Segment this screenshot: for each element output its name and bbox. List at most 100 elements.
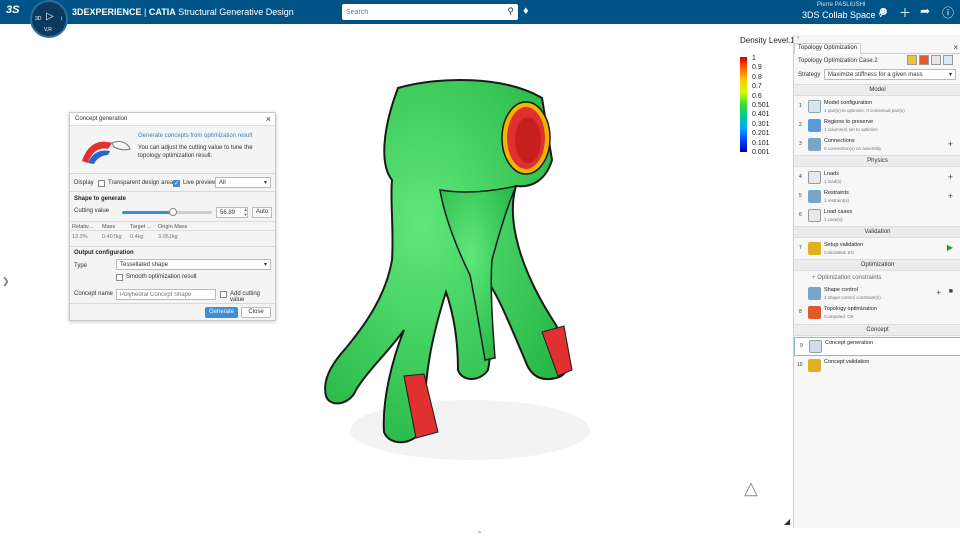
grid-icon[interactable] [931,55,941,65]
add-shape-control-icon[interactable]: + [936,288,941,297]
item-subtitle: 1 volume(s) set to optimize [824,127,878,132]
generate-button[interactable]: Generate [205,307,238,318]
item-model-configuration[interactable]: 1 Model configuration 1 part(s) to optim… [794,98,960,116]
play-icon[interactable]: ▷ [46,11,54,22]
case-run-icon[interactable] [919,55,929,65]
section-optimization: Optimization [794,259,960,271]
tab-topology-optimization[interactable]: Topology Optimization [794,43,862,54]
load-cases-icon [808,209,821,222]
item-number: 3 [799,141,802,147]
chevron-right-icon[interactable]: ❯ [2,276,10,287]
item-subtitle: 1 load(s) [824,179,842,184]
section-physics: Physics [794,155,960,167]
concept-generation-dialog: Concept generation × Generate concepts f… [69,112,276,321]
density-legend-value: 0.001 [752,148,770,156]
item-subtitle: 0 connection(s) on assembly [824,146,882,151]
trash-icon[interactable]: ■ [949,288,953,295]
item-topology-optimization[interactable]: 8 Topology optimization Computed: OK [794,304,960,322]
table-header-cell[interactable]: Target ... [130,224,151,230]
table-header-cell[interactable]: Origin Mass [158,224,187,230]
item-load-cases[interactable]: 6 Load cases 1 case(s) [794,207,960,225]
section-validation: Validation [794,226,960,238]
add-connection-icon[interactable]: + [948,139,953,149]
density-legend-value: 0.6 [752,92,762,100]
display-select[interactable]: All ▾ [215,177,271,188]
concept-illustration [82,140,131,164]
axis-triad-icon[interactable]: △ [744,478,758,499]
compass-widget[interactable]: 3D ▷ i V,R [30,0,68,38]
dialog-header: Concept generation × [70,113,275,126]
item-shape-control[interactable]: Shape control 2 shape control constraint… [794,285,960,303]
spinner-icon[interactable]: ▲ ▼ [242,207,249,218]
cutting-value-text: 56.89 [220,210,236,216]
add-optimization-constraints[interactable]: + Optimization constraints [812,275,881,281]
live-preview-checkbox[interactable]: ✓ [173,180,180,187]
density-legend-labels: 1 0.9 0.8 0.7 0.6 0.501 0.401 0.301 0.201 0.101 0.… [752,54,770,157]
item-subtitle: 1 restraint(s) [824,198,850,203]
output-section-title: Output configuration [74,250,134,256]
item-subtitle: 2 shape control constraint(s) [824,295,881,300]
generate-concepts-link[interactable]: Generate concepts from optimization resu… [138,133,252,139]
item-title: Shape control [824,287,858,293]
strategy-select[interactable]: Maximize stiffness for a given mass ▾ [824,69,956,80]
type-select[interactable]: Tessellated shape ▾ [116,259,271,270]
topology-model-viewport[interactable] [320,70,620,540]
report-icon[interactable] [943,55,953,65]
run-validation-icon[interactable]: ▶ [947,243,953,252]
table-header-cell[interactable]: Relativ... [72,224,93,230]
density-legend-title: Density Level.1 [740,36,795,45]
item-number: 2 [799,122,802,128]
transparent-label: Transparent design area [108,180,174,186]
density-legend-value: 0.9 [752,64,762,72]
item-title: Load cases [824,209,853,215]
tag-icon[interactable]: ♦ [523,5,529,17]
chevron-right-icon[interactable]: › [797,35,799,41]
search-input[interactable] [342,4,492,20]
item-connections[interactable]: 3 Connections 0 connection(s) on assembl… [794,136,960,154]
density-legend-value: 0.401 [752,111,770,119]
section-model: Model [794,84,960,96]
item-subtitle: Computed: OK [824,314,854,319]
item-subtitle: 1 part(s) to optimize, 0 contextual part… [824,108,905,113]
item-concept-validation[interactable]: 10 Concept validation [794,357,960,375]
item-title: Restraints [824,190,849,196]
divider [70,303,275,304]
user-profile-icon[interactable]: ☻ [877,4,890,18]
search-icon[interactable]: ⚲ [507,6,514,17]
close-icon[interactable]: × [266,114,271,124]
share-icon[interactable]: ➦ [920,4,930,18]
add-restraint-icon[interactable]: + [948,191,953,201]
table-cell: 0.4kg [130,234,144,240]
item-number: 9 [800,343,803,349]
type-label: Type [74,263,88,269]
concept-name-input[interactable] [116,289,216,300]
item-regions-to-preserve[interactable]: 2 Regions to preserve 1 volume(s) set to… [794,117,960,135]
chevron-up-icon[interactable]: ⌃ [476,530,483,539]
add-load-icon[interactable]: + [948,172,953,182]
close-button[interactable]: Close [241,307,271,318]
brand-name: 3DEXPERIENCE [72,7,142,17]
plus-icon: + [812,275,816,281]
item-setup-validation[interactable]: 7 Setup validation Calculated: KO ▶ [794,240,960,258]
transparent-checkbox[interactable] [98,180,105,187]
slider-handle[interactable] [169,208,178,216]
add-cutting-checkbox[interactable] [220,291,227,298]
plus-icon[interactable]: ＋ [899,4,911,21]
item-number: 1 [799,103,802,109]
collab-space-selector[interactable]: 3DS Collab Space ˅ [802,10,883,20]
app-name: Structural Generative Design [178,7,294,17]
topology-optimization-icon [808,306,821,319]
setup-validation-icon [808,242,821,255]
close-icon[interactable]: × [953,43,958,52]
cutting-value-slider[interactable] [122,208,212,216]
table-header-cell[interactable]: Mass [102,224,115,230]
help-icon[interactable]: ⓘ [942,4,954,21]
item-loads[interactable]: 4 Loads 1 load(s) + [794,169,960,187]
item-restraints[interactable]: 5 Restraints 1 restraint(s) + [794,188,960,206]
auto-button[interactable]: Auto [252,207,272,218]
divider [70,173,275,174]
smooth-checkbox[interactable] [116,274,123,281]
item-concept-generation[interactable]: 9 Concept generation [794,337,960,356]
table-row: 13.3% 0.407kg 0.4kg 3.051kg [70,232,275,242]
case-settings-icon[interactable] [907,55,917,65]
